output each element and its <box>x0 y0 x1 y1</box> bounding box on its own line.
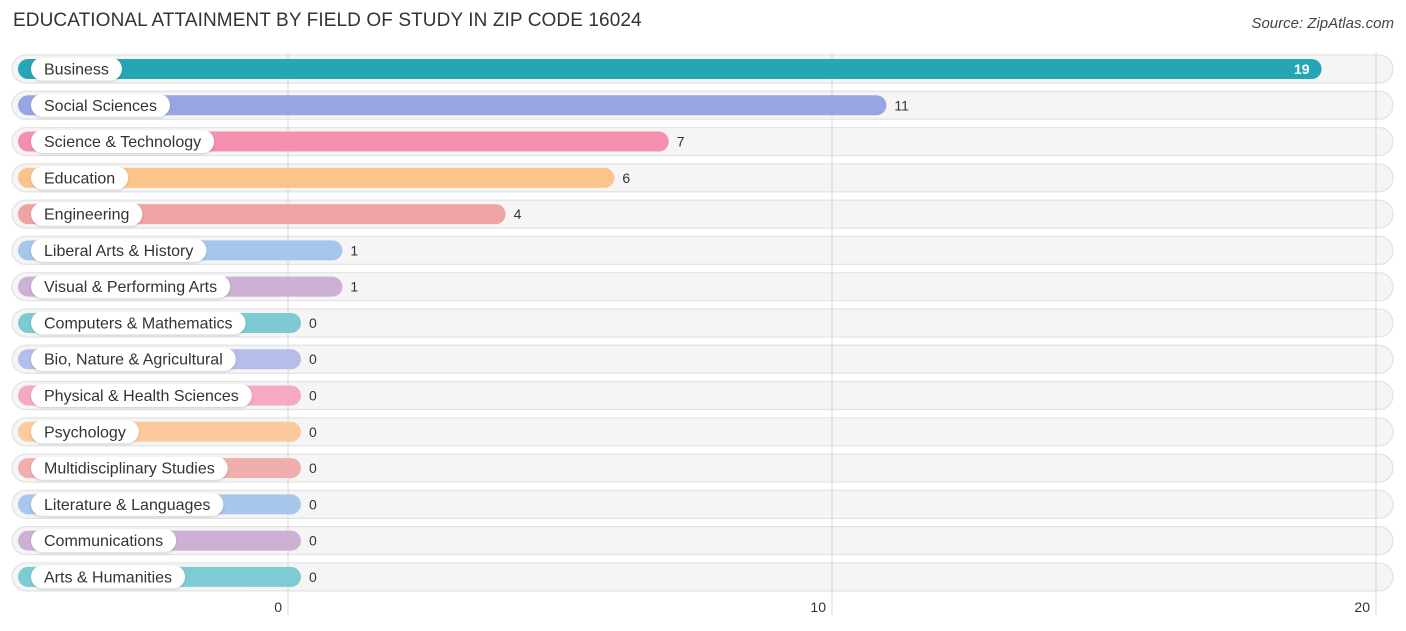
value-label: 1 <box>350 279 358 295</box>
category-label: Science & Technology <box>44 134 201 151</box>
category-label: Computers & Mathematics <box>44 315 233 332</box>
value-label: 19 <box>1294 61 1310 77</box>
category-label: Literature & Languages <box>44 497 210 514</box>
bar[interactable] <box>18 59 1322 79</box>
category-label: Education <box>44 170 115 187</box>
value-label: 0 <box>309 388 317 404</box>
category-label: Arts & Humanities <box>44 569 172 586</box>
x-tick-label: 10 <box>810 599 826 615</box>
category-label: Engineering <box>44 207 129 224</box>
value-label: 0 <box>309 315 317 331</box>
value-label: 11 <box>894 97 909 113</box>
category-label: Business <box>44 62 109 79</box>
value-label: 0 <box>309 496 317 512</box>
value-label: 1 <box>350 242 358 258</box>
category-label: Communications <box>44 533 163 550</box>
value-label: 6 <box>622 170 630 186</box>
value-label: 7 <box>677 134 685 150</box>
category-label: Bio, Nature & Agricultural <box>44 352 223 369</box>
x-tick-label: 0 <box>274 599 282 615</box>
category-label: Physical & Health Sciences <box>44 388 239 405</box>
category-label: Social Sciences <box>44 98 157 115</box>
value-label: 0 <box>309 533 317 549</box>
value-label: 0 <box>309 424 317 440</box>
x-tick-label: 20 <box>1354 599 1370 615</box>
category-label: Psychology <box>44 424 126 441</box>
value-label: 0 <box>309 460 317 476</box>
category-label: Multidisciplinary Studies <box>44 461 215 478</box>
value-label: 0 <box>309 351 317 367</box>
category-label: Liberal Arts & History <box>44 243 193 260</box>
category-label: Visual & Performing Arts <box>44 279 217 296</box>
bar-chart: Business 19Social Sciences 11Science & Tec… <box>11 52 1394 615</box>
value-label: 4 <box>514 206 522 222</box>
value-label: 0 <box>309 569 317 585</box>
